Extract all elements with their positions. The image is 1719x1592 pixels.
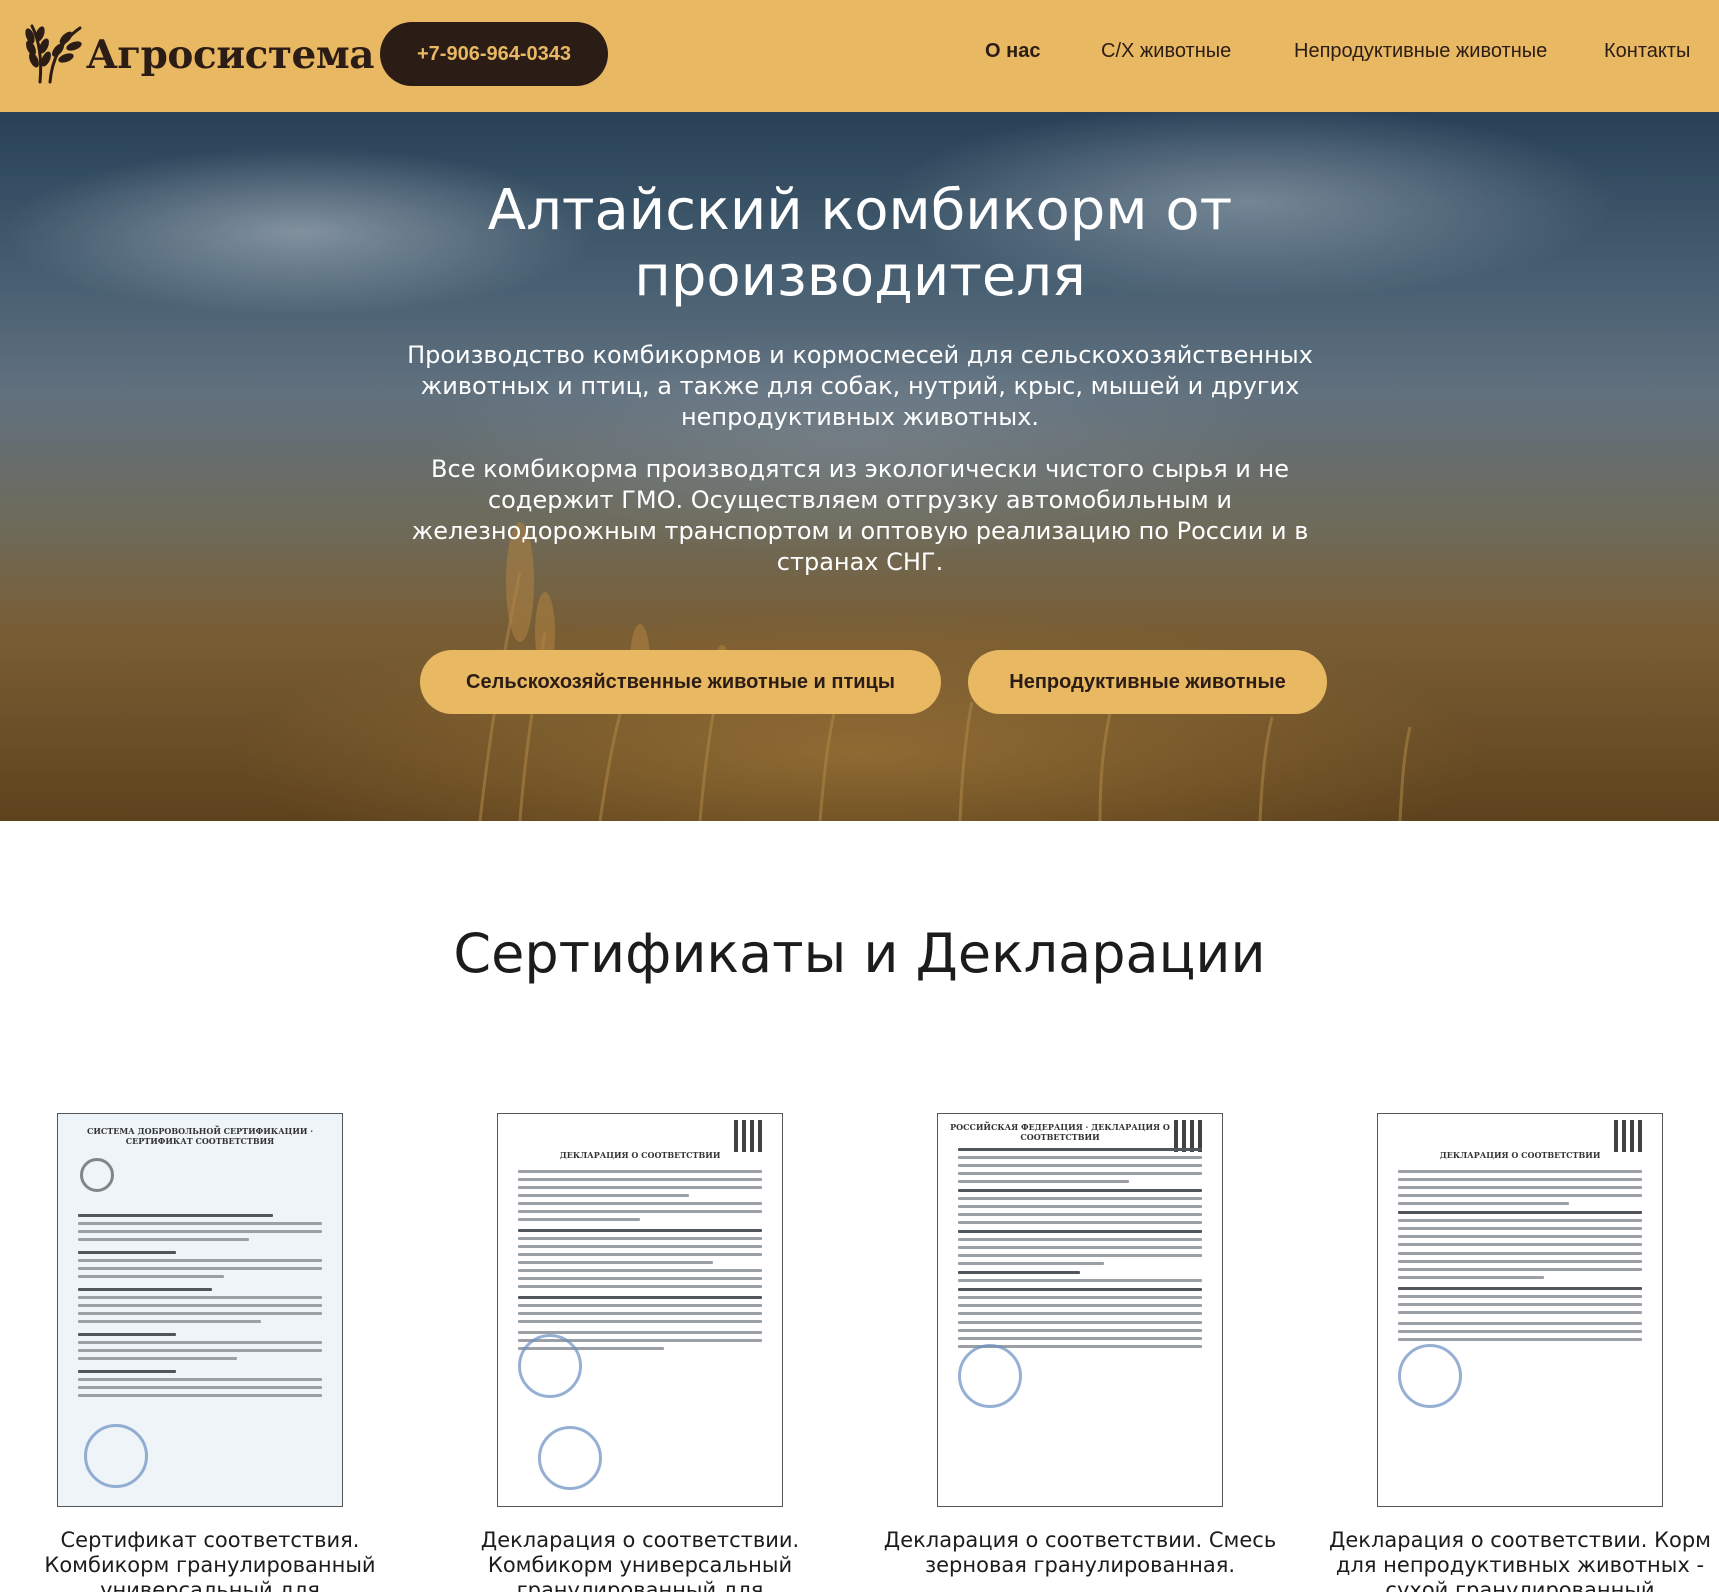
- certificate-caption: Декларация о соответствии. Смесь зернова…: [883, 1528, 1277, 1577]
- hero-description: Производство комбикормов и кормосмесей д…: [407, 341, 1313, 431]
- certificate-caption: Декларация о соответствии. Комбикорм уни…: [480, 1528, 800, 1592]
- hero-title: Алтайский комбикорм от производителя: [487, 178, 1233, 309]
- nav-link-contacts[interactable]: Контакты: [1604, 40, 1690, 63]
- declaration-image[interactable]: ДЕКЛАРАЦИЯ О СООТВЕТСТВИИ: [1377, 1113, 1663, 1507]
- stamp-icon: [518, 1334, 582, 1398]
- document-heading: СИСТЕМА ДОБРОВОЛЬНОЙ СЕРТИФИКАЦИИ · СЕРТ…: [86, 1126, 314, 1146]
- declaration-image[interactable]: ДЕКЛАРАЦИЯ О СООТВЕТСТВИИ: [497, 1113, 783, 1507]
- phone-button[interactable]: +7-906-964-0343: [380, 22, 608, 86]
- nav-link-farm-animals[interactable]: С/Х животные: [1101, 40, 1231, 63]
- certificate-caption: Декларация о соответствии. Корм для непр…: [1328, 1528, 1711, 1592]
- logo-text: Агросистема: [86, 32, 375, 78]
- stamp-icon: [538, 1426, 602, 1490]
- logo[interactable]: Агросистема: [20, 20, 375, 90]
- certificate-caption: Сертификат соответствия. Комбикорм грану…: [44, 1528, 376, 1592]
- farm-animals-button[interactable]: Сельскохозяйственные животные и птицы: [420, 650, 941, 714]
- qr-code-icon: [734, 1120, 766, 1152]
- site-header: Агросистема +7-906-964-0343 О нас С/Х жи…: [0, 0, 1719, 112]
- stamp-icon: [84, 1424, 148, 1488]
- certificate-image[interactable]: СИСТЕМА ДОБРОВОЛЬНОЙ СЕРТИФИКАЦИИ · СЕРТ…: [57, 1113, 343, 1507]
- document-heading: ДЕКЛАРАЦИЯ О СООТВЕТСТВИИ: [559, 1150, 721, 1160]
- certificates-title: Сертификаты и Декларации: [453, 922, 1266, 985]
- nav-link-about[interactable]: О нас: [985, 40, 1040, 63]
- emblem-icon: [80, 1158, 114, 1192]
- pets-button[interactable]: Непродуктивные животные: [968, 650, 1327, 714]
- document-heading: ДЕКЛАРАЦИЯ О СООТВЕТСТВИИ: [1439, 1150, 1601, 1160]
- nav-link-pets[interactable]: Непродуктивные животные: [1294, 40, 1547, 63]
- stamp-icon: [958, 1344, 1022, 1408]
- qr-code-icon: [1614, 1120, 1646, 1152]
- declaration-image[interactable]: РОССИЙСКАЯ ФЕДЕРАЦИЯ · ДЕКЛАРАЦИЯ О СООТ…: [937, 1113, 1223, 1507]
- stamp-icon: [1398, 1344, 1462, 1408]
- document-heading: РОССИЙСКАЯ ФЕДЕРАЦИЯ · ДЕКЛАРАЦИЯ О СООТ…: [950, 1122, 1170, 1142]
- wheat-icon: [20, 20, 86, 90]
- hero-description-secondary: Все комбикорма производятся из экологиче…: [411, 455, 1309, 576]
- hero-section: Алтайский комбикорм от производителя Про…: [0, 112, 1719, 821]
